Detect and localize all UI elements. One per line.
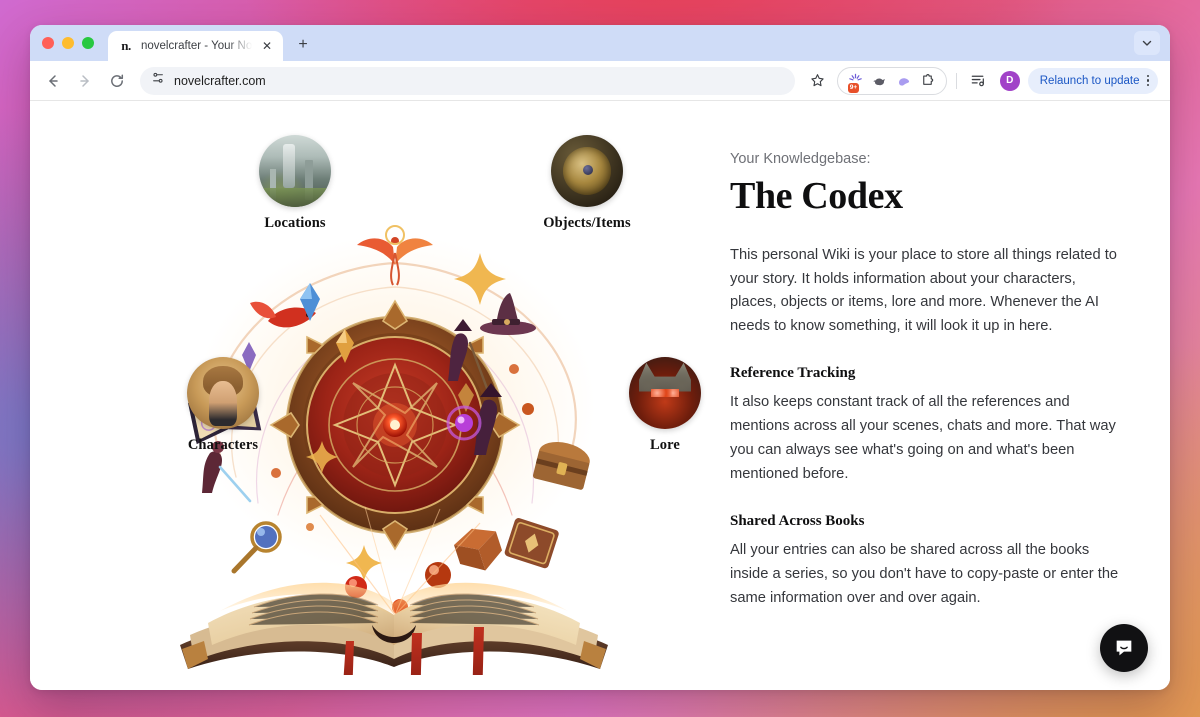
minimize-window-button[interactable] [62,37,74,49]
section-body-shared-across-books: All your entries can also be shared acro… [730,542,1119,607]
tab-title: novelcrafter - Your Novel Writ [141,40,252,52]
category-locations[interactable]: Locations [230,135,360,232]
browser-toolbar: novelcrafter.com 9+ D Relaunch to update [30,61,1170,101]
category-label-objects-items: Objects/Items [543,215,631,231]
extension-icon-puzzle[interactable] [917,70,939,92]
extension-icon-ghost[interactable] [893,70,915,92]
extensions-pill: 9+ [836,66,947,95]
new-tab-button[interactable]: + [289,31,317,59]
lore-thumbnail [629,357,701,429]
category-label-locations: Locations [264,215,326,231]
maximize-window-button[interactable] [82,37,94,49]
chat-launcher-button[interactable] [1100,624,1148,672]
novelcrafter-favicon: n. [121,38,131,53]
category-lore[interactable]: Lore [600,357,730,454]
section-heading-reference-tracking: Reference Tracking [730,365,856,382]
page-title: The Codex [730,175,903,217]
page-content: Locations Objects/Items Characters Lore … [30,101,1170,690]
close-tab-icon[interactable]: ✕ [259,38,275,54]
category-label-lore: Lore [650,437,680,453]
browser-window: n. novelcrafter - Your Novel Writ ✕ + [30,25,1170,690]
category-objects-items[interactable]: Objects/Items [522,135,652,232]
relaunch-label: Relaunch to update [1039,74,1140,87]
extension-icon-firework[interactable]: 9+ [845,70,867,93]
extension-icon-bird[interactable] [869,70,891,92]
category-label-characters: Characters [187,437,259,453]
tab-search-chevron-down-icon[interactable] [1134,31,1160,55]
address-bar-url: novelcrafter.com [174,73,266,88]
address-bar[interactable]: novelcrafter.com [140,66,795,95]
site-settings-icon[interactable] [151,71,165,90]
toolbar-divider [955,72,957,89]
back-button[interactable] [38,66,68,96]
chrome-menu-kebab-icon[interactable] [1144,74,1153,87]
browser-tab[interactable]: n. novelcrafter - Your Novel Writ ✕ [108,31,283,61]
objects-items-thumbnail [551,135,623,207]
window-traffic-lights [42,25,108,61]
forward-button[interactable] [70,66,100,96]
section-heading-shared-across-books: Shared Across Books [730,513,865,530]
profile-avatar[interactable]: D [999,70,1020,91]
codex-illustration: Locations Objects/Items Characters Lore [60,127,720,687]
characters-thumbnail [187,357,259,429]
locations-thumbnail [259,135,331,207]
tab-strip-actions [1134,25,1170,61]
eyebrow-text: Your Knowledgebase: [730,151,871,167]
chat-bubble-icon [1116,640,1132,656]
tab-strip: n. novelcrafter - Your Novel Writ ✕ + [30,25,1170,61]
reload-button[interactable] [102,66,132,96]
extension-badge-count: 9+ [847,83,860,93]
codex-copy: Your Knowledgebase: The Codex This perso… [730,127,1120,690]
reading-list-icon[interactable] [966,68,992,94]
section-body-reference-tracking: It also keeps constant track of all the … [730,394,1116,483]
category-characters[interactable]: Characters [158,357,288,454]
relaunch-to-update-button[interactable]: Relaunch to update [1027,67,1158,94]
bookmark-star-icon[interactable] [805,68,831,94]
close-window-button[interactable] [42,37,54,49]
intro-paragraph: This personal Wiki is your place to stor… [730,246,1117,335]
